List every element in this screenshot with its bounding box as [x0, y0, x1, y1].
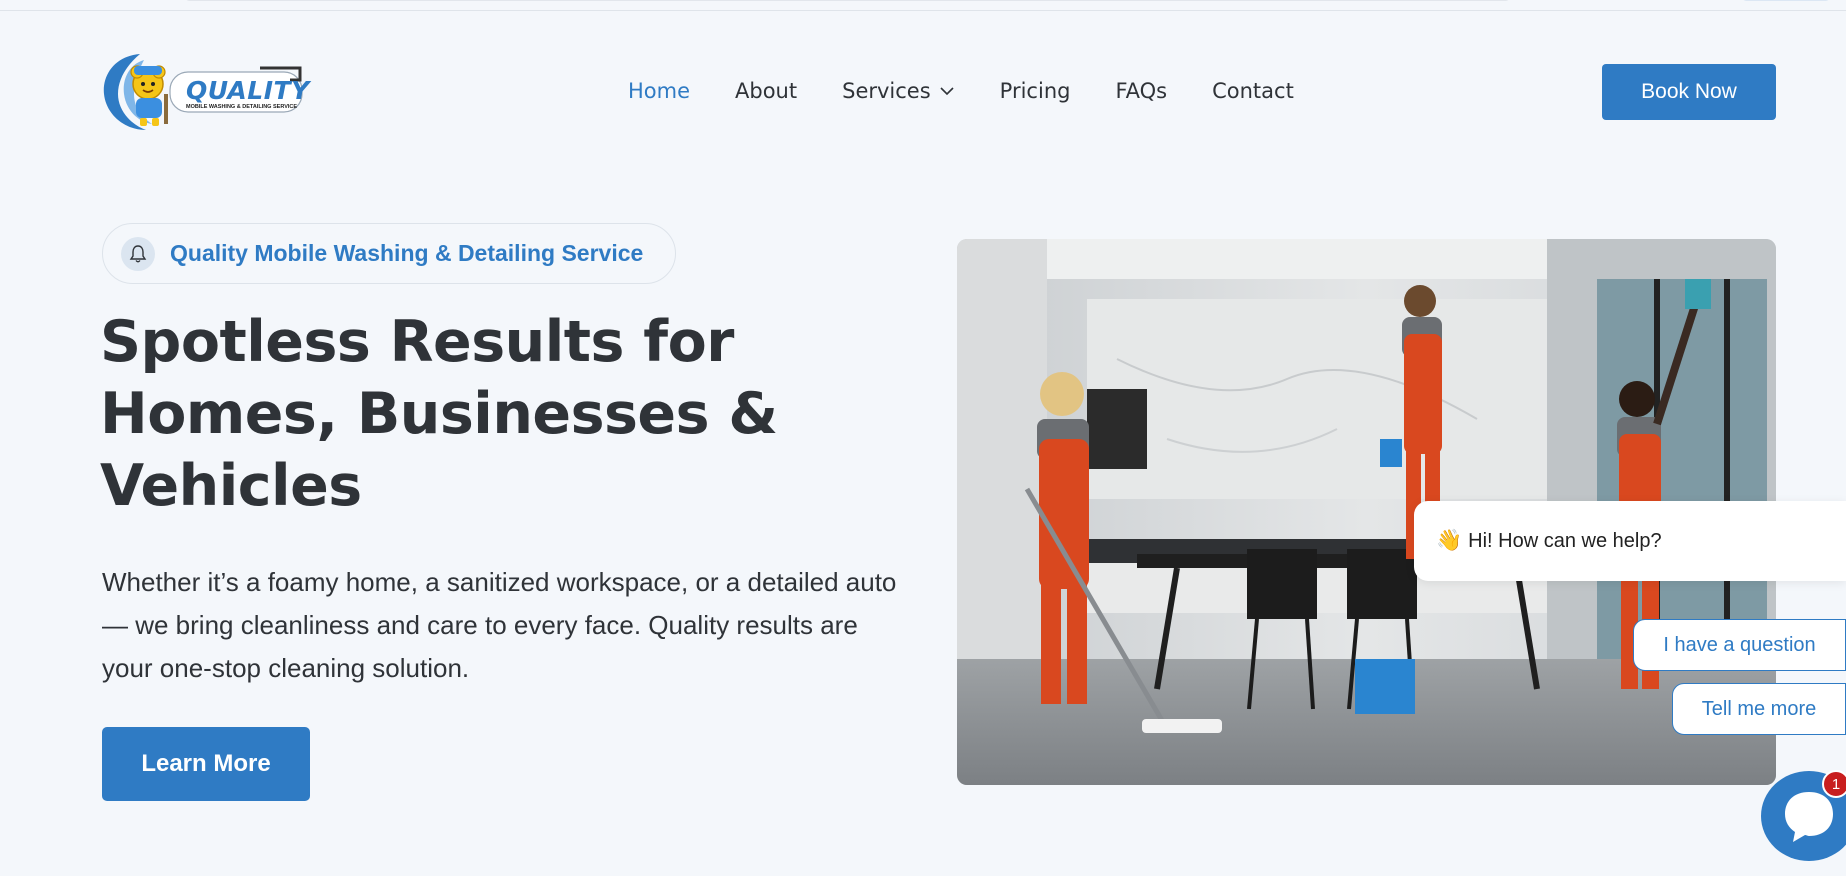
- site-logo[interactable]: QUALITY MOBILE WASHING & DETAILING SERVI…: [100, 50, 309, 134]
- nav-about-label: About: [735, 79, 798, 103]
- top-action-strip: [1742, 0, 1830, 1]
- nav-home-label: Home: [628, 79, 691, 103]
- hero-badge-text: Quality Mobile Washing & Detailing Servi…: [170, 240, 644, 266]
- quick-reply-tell-more[interactable]: Tell me more: [1672, 683, 1846, 735]
- hero-description-line-3: your one-stop cleaning solution.: [102, 653, 470, 683]
- nav-services-label: Services: [842, 79, 931, 103]
- nav-about[interactable]: About: [735, 76, 797, 106]
- hero-description: Whether it’s a foamy home, a sanitized w…: [102, 561, 932, 690]
- nav-faqs[interactable]: FAQs: [1115, 76, 1167, 106]
- hero-description-line-1: Whether it’s a foamy home, a sanitized w…: [102, 567, 897, 597]
- main-nav: Home About Services Pricing FAQs Contact: [628, 76, 1339, 106]
- nav-contact[interactable]: Contact: [1212, 76, 1294, 106]
- waving-hand-icon: 👋: [1436, 529, 1463, 552]
- bell-icon: [121, 236, 155, 271]
- chat-greeting-bubble[interactable]: 👋 Hi! How can we help?: [1414, 501, 1846, 581]
- browser-top-strip: [0, 0, 1846, 11]
- quick-reply-question[interactable]: I have a question: [1633, 619, 1846, 671]
- hero-description-line-2: — we bring cleanliness and care to every…: [102, 610, 858, 640]
- nav-contact-label: Contact: [1212, 79, 1294, 103]
- nav-faqs-label: FAQs: [1115, 79, 1168, 103]
- nav-services[interactable]: Services: [842, 76, 955, 106]
- nav-pricing-label: Pricing: [999, 79, 1071, 103]
- nav-home[interactable]: Home: [628, 76, 690, 106]
- book-now-button[interactable]: Book Now: [1602, 64, 1776, 120]
- hero-title-line-1: Spotless Results for: [100, 309, 734, 375]
- hero-title-line-2: Homes, Businesses &: [100, 381, 778, 447]
- notification-badge: 1: [1822, 770, 1846, 798]
- learn-more-button[interactable]: Learn More: [102, 727, 310, 801]
- top-search-strip: [185, 0, 1510, 1]
- hero-title: Spotless Results for Homes, Businesses &…: [100, 306, 860, 522]
- chat-greeting-text: Hi! How can we help?: [1468, 529, 1662, 552]
- nav-pricing[interactable]: Pricing: [1000, 76, 1071, 106]
- hero-title-line-3: Vehicles: [100, 453, 362, 519]
- hero-badge: Quality Mobile Washing & Detailing Servi…: [102, 223, 676, 284]
- logo-tagline-text: MOBILE WASHING & DETAILING SERVICE: [186, 104, 298, 110]
- chevron-down-icon: [940, 87, 954, 96]
- logo-brand-text: QUALITY: [186, 76, 310, 105]
